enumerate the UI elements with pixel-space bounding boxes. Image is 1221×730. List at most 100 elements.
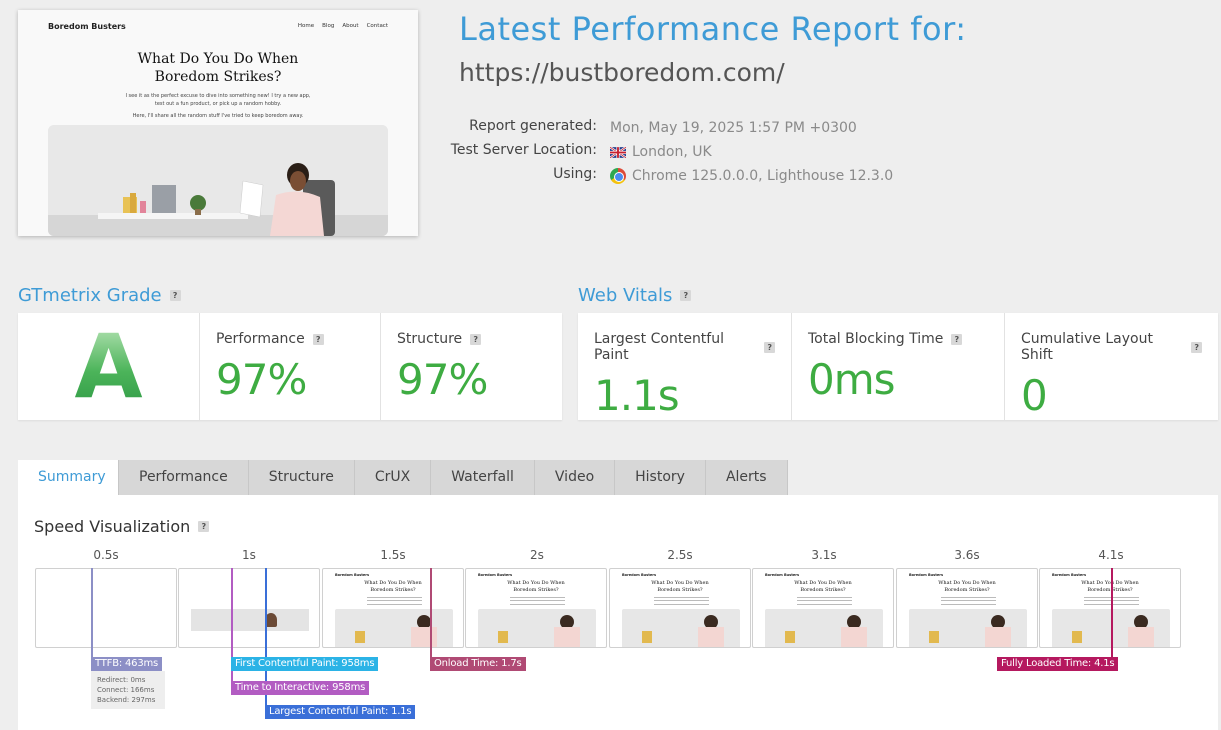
meta-value: Mon, May 19, 2025 1:57 PM +0300 (610, 120, 857, 136)
onload-line (430, 568, 432, 657)
report-tabs: Summary Performance Structure CrUX Water… (18, 460, 788, 495)
fully-loaded-marker[interactable]: Fully Loaded Time: 4.1s (997, 657, 1119, 671)
gtmetrix-grade-heading: GTmetrix Grade ? (18, 285, 181, 306)
filmstrip-frame[interactable]: Boredom Busters What Do You Do When Bored… (1039, 568, 1181, 648)
mini-title: What Do You Do When Boredom Strikes? (1081, 580, 1139, 593)
preview-nav-blog: Blog (322, 23, 335, 29)
mini-photo (765, 609, 883, 647)
timeline-tick: 2.5s (667, 548, 693, 562)
mini-photo (478, 609, 596, 647)
lcp-cell: Largest Contentful Paint? 1.1s (578, 313, 792, 420)
cls-cell: Cumulative Layout Shift? 0 (1005, 313, 1218, 420)
help-icon[interactable]: ? (198, 521, 210, 532)
filmstrip-frame[interactable]: Boredom Busters What Do You Do When Bored… (609, 568, 751, 648)
mini-brand: Boredom Busters (1052, 573, 1087, 577)
help-icon[interactable]: ? (1191, 341, 1202, 353)
ttfb-line (91, 568, 93, 657)
mini-photo (909, 609, 1027, 647)
gtmetrix-grade-title: GTmetrix Grade (18, 285, 162, 306)
meta-value: Chrome 125.0.0.0, Lighthouse 12.3.0 (632, 168, 894, 184)
grade-cell: A (18, 313, 200, 420)
timeline-tick: 2s (530, 548, 544, 562)
filmstrip-frame[interactable]: Boredom Busters What Do You Do When Bored… (465, 568, 607, 648)
help-icon[interactable]: ? (470, 333, 482, 345)
grade-letter: A (74, 314, 143, 418)
report-title: Latest Performance Report for: (459, 10, 967, 48)
structure-label: Structure (397, 331, 463, 347)
timeline-tick: 3.1s (811, 548, 837, 562)
help-icon[interactable]: ? (312, 333, 324, 345)
help-icon[interactable]: ? (764, 341, 775, 353)
tab-structure[interactable]: Structure (248, 460, 355, 495)
tab-waterfall[interactable]: Waterfall (431, 460, 535, 495)
tab-performance[interactable]: Performance (119, 460, 249, 495)
tab-video[interactable]: Video (534, 460, 616, 495)
lcp-label: Largest Contentful Paint (594, 331, 724, 363)
preview-nav-about: About (342, 23, 359, 29)
lcp-value: 1.1s (594, 371, 680, 420)
timeline-tick: 3.6s (954, 548, 980, 562)
tab-summary[interactable]: Summary (18, 460, 119, 495)
fully-loaded-line (1111, 568, 1113, 657)
preview-hero-line2: Boredom Strikes? (154, 69, 282, 85)
onload-marker[interactable]: Onload Time: 1.7s (430, 657, 526, 671)
preview-nav: Home Blog About Contact (298, 23, 388, 29)
preview-paragraph1: I see it as the perfect excuse to dive i… (125, 93, 311, 107)
speed-visualization-heading: Speed Visualization ? (34, 517, 210, 536)
speed-visualization-title: Speed Visualization (34, 517, 191, 536)
web-vitals-heading: Web Vitals ? (578, 285, 692, 306)
filmstrip-frame-blank[interactable] (35, 568, 177, 648)
timeline-tick: 1.5s (380, 548, 406, 562)
tbt-cell: Total Blocking Time? 0ms (792, 313, 1005, 420)
mini-photo (335, 609, 453, 647)
meta-server-location: Test Server Location: London, UK (440, 142, 712, 162)
timeline-tick: 1s (242, 548, 256, 562)
mini-brand: Boredom Busters (478, 573, 513, 577)
preview-paragraph2: Here, I'll share all the random stuff I'… (132, 113, 304, 119)
mini-title: What Do You Do When Boredom Strikes? (364, 580, 422, 593)
mini-title: What Do You Do When Boredom Strikes? (938, 580, 996, 593)
timeline-tick: 4.1s (1098, 548, 1124, 562)
mini-title: What Do You Do When Boredom Strikes? (651, 580, 709, 593)
chrome-icon (610, 168, 626, 184)
performance-label: Performance (216, 331, 305, 347)
preview-brand: Boredom Busters (48, 22, 126, 31)
person-at-desk-illustration (48, 125, 388, 236)
meta-using: Using: Chrome 125.0.0.0, Lighthouse 12.3… (440, 166, 893, 186)
help-icon[interactable]: ? (169, 290, 181, 301)
filmstrip-frame[interactable]: Boredom Busters What Do You Do When Bored… (896, 568, 1038, 648)
report-url[interactable]: https://bustboredom.com/ (459, 58, 785, 87)
meta-key: Report generated: (469, 118, 597, 134)
help-icon[interactable]: ? (951, 333, 963, 345)
tbt-value: 0ms (808, 355, 896, 404)
filmstrip-frame[interactable]: Boredom Busters What Do You Do When Bored… (752, 568, 894, 648)
ttfb-connect: Connect: 166ms (97, 686, 155, 694)
mini-brand: Boredom Busters (335, 573, 370, 577)
help-icon[interactable]: ? (680, 290, 692, 301)
tab-history[interactable]: History (615, 460, 706, 495)
preview-hero-photo (48, 125, 388, 236)
structure-value: 97% (397, 355, 488, 404)
filmstrip-frame-partial[interactable] (178, 568, 320, 648)
web-vitals-panel: Largest Contentful Paint? 1.1s Total Blo… (578, 313, 1218, 420)
meta-key: Using: (553, 166, 597, 182)
ttfb-details: Redirect: 0ms Connect: 166ms Backend: 29… (91, 671, 165, 709)
cls-value: 0 (1021, 371, 1048, 420)
tti-marker[interactable]: Time to Interactive: 958ms (231, 681, 370, 695)
gtmetrix-grade-panel: A Performance? 97% Structure? 97% (18, 313, 562, 420)
fcp-marker[interactable]: First Contentful Paint: 958ms (231, 657, 379, 671)
mini-title: What Do You Do When Boredom Strikes? (794, 580, 852, 593)
filmstrip-frame[interactable]: Boredom Busters What Do You Do When Bored… (322, 568, 464, 648)
website-preview: Boredom Busters Home Blog About Contact … (18, 10, 418, 236)
tab-crux[interactable]: CrUX (354, 460, 432, 495)
performance-cell: Performance? 97% (200, 313, 381, 420)
ttfb-marker[interactable]: TTFB: 463ms (91, 657, 163, 671)
tab-alerts[interactable]: Alerts (705, 460, 788, 495)
timeline-tick: 0.5s (93, 548, 119, 562)
ttfb-redirect: Redirect: 0ms (97, 676, 146, 684)
meta-value: London, UK (632, 144, 712, 160)
lcp-marker[interactable]: Largest Contentful Paint: 1.1s (265, 705, 416, 719)
cls-label: Cumulative Layout Shift (1021, 331, 1153, 363)
mini-title: What Do You Do When Boredom Strikes? (507, 580, 565, 593)
mini-photo (622, 609, 740, 647)
